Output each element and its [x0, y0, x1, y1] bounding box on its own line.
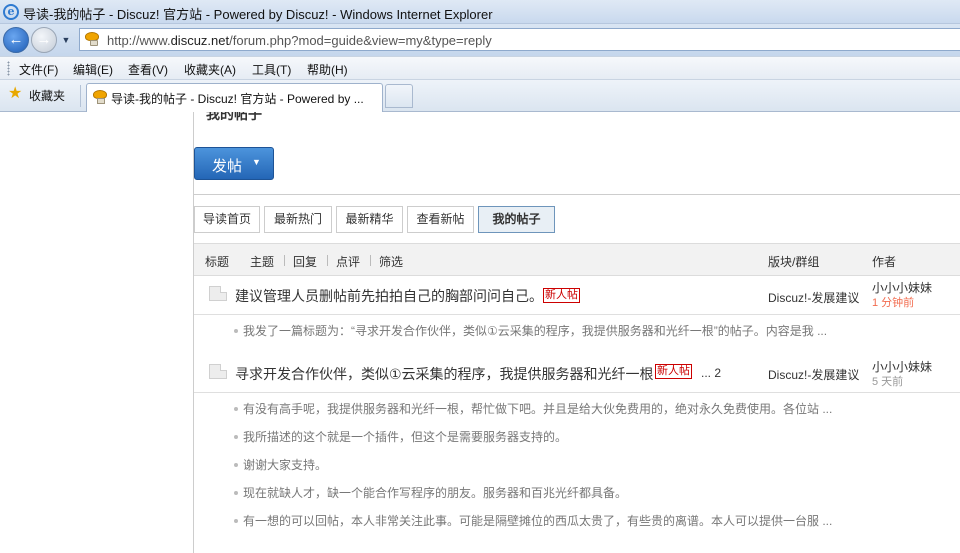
menu-favorites[interactable]: 收藏夹(A) — [184, 61, 236, 78]
chevron-down-icon: ▼ — [252, 157, 261, 167]
tab-latest-digest[interactable]: 最新精华 — [336, 206, 403, 233]
header-author: 作者 — [872, 255, 897, 269]
forum-link[interactable]: Discuz!-发展建议 — [768, 366, 859, 383]
folder-icon — [209, 286, 227, 301]
menu-edit[interactable]: 编辑(E) — [73, 61, 113, 78]
address-bar-row: ← → ▼ http://www.discuz.net/forum.php?mo… — [0, 24, 960, 56]
new-user-badge: 新人帖 — [543, 288, 580, 303]
tab-my-threads[interactable]: 我的帖子 — [478, 206, 555, 233]
filter-topic[interactable]: 主题 — [250, 253, 274, 270]
new-user-badge: 新人帖 — [655, 364, 692, 379]
post-time: 1 分钟前 — [872, 297, 915, 309]
site-favicon-icon — [85, 32, 101, 47]
menu-help[interactable]: 帮助(H) — [307, 61, 348, 78]
favorites-button[interactable]: 收藏夹 — [29, 87, 65, 104]
menu-view[interactable]: 查看(V) — [128, 61, 168, 78]
page-viewport: 我的帖子 发帖 ▼ 导读首页 最新热门 最新精华 查看新帖 我的帖子 标题 主题… — [0, 112, 960, 553]
back-button[interactable]: ← — [3, 27, 29, 53]
thread-table-header: 标题 主题 回复 点评 筛选 版块/群组 作者 — [194, 243, 960, 276]
filter-reply[interactable]: 回复 — [293, 253, 317, 270]
toolbar-grip-icon — [7, 61, 10, 76]
reply-item[interactable]: 我发了一篇标题为：“寻求开发合作伙伴，类似①云采集的程序，我提供服务器和光纤一根… — [234, 322, 827, 339]
reply-item[interactable]: 有没有高手呢，我提供服务器和光纤一根，帮忙做下吧。并且是给大伙免费用的，绝对永久… — [234, 400, 832, 417]
menu-tools[interactable]: 工具(T) — [252, 61, 291, 78]
favorites-star-icon[interactable]: ★ — [8, 85, 22, 103]
reply-item[interactable]: 现在就缺人才，缺一个能合作写程序的朋友。服务器和百兆光纤都具备。 — [234, 484, 627, 501]
ie-logo-icon: e — [3, 4, 19, 20]
thread-row: 建议管理人员删帖前先拍拍自己的胸部问问自己。 新人帖 Discuz!-发展建议 … — [194, 277, 960, 315]
new-post-button[interactable]: 发帖 ▼ — [194, 147, 274, 180]
thread-row: 寻求开发合作伙伴，类似①云采集的程序，我提供服务器和光纤一根 新人帖 ... 2… — [194, 353, 960, 391]
menu-bar: 文件(F) 编辑(E) 查看(V) 收藏夹(A) 工具(T) 帮助(H) — [0, 56, 960, 80]
reply-item[interactable]: 有一想的可以回帖，本人非常关注此事。可能是隔壁摊位的西瓜太贵了，有些贵的离谱。本… — [234, 512, 832, 529]
new-post-label: 发帖 — [212, 158, 243, 175]
address-url: http://www.discuz.net/forum.php?mod=guid… — [107, 33, 492, 48]
new-tab-button[interactable] — [385, 84, 413, 108]
filter-button[interactable]: 筛选 — [379, 253, 403, 270]
header-title: 标题 — [205, 255, 230, 269]
browser-tab-title: 导读-我的帖子 - Discuz! 官方站 - Powered by ... — [111, 92, 364, 106]
menu-file[interactable]: 文件(F) — [19, 61, 58, 78]
window-title: 导读-我的帖子 - Discuz! 官方站 - Powered by Discu… — [23, 7, 493, 22]
tab-guide-home[interactable]: 导读首页 — [194, 206, 260, 233]
reply-item[interactable]: 谢谢大家支持。 — [234, 456, 327, 473]
favorites-bar: ★ 收藏夹 导读-我的帖子 - Discuz! 官方站 - Powered by… — [0, 80, 960, 112]
tab-new-threads[interactable]: 查看新帖 — [407, 206, 474, 233]
address-input[interactable]: http://www.discuz.net/forum.php?mod=guid… — [79, 28, 960, 51]
page-title: 我的帖子 — [206, 112, 262, 122]
forward-button[interactable]: → — [31, 27, 57, 53]
post-time: 5 天前 — [872, 376, 904, 388]
left-blank-column — [0, 112, 194, 553]
toolbar-separator — [80, 85, 81, 107]
thread-pager-link[interactable]: ... 2 — [701, 366, 721, 380]
tab-latest-hot[interactable]: 最新热门 — [264, 206, 332, 233]
section-divider — [194, 194, 960, 195]
header-forum: 版块/群组 — [768, 255, 820, 269]
reply-item[interactable]: 我所描述的这个就是一个插件，但这个是需要服务器支持的。 — [234, 428, 567, 445]
folder-icon — [209, 364, 227, 379]
thread-title-link[interactable]: 寻求开发合作伙伴，类似①云采集的程序，我提供服务器和光纤一根 — [235, 364, 654, 384]
browser-tab-active[interactable]: 导读-我的帖子 - Discuz! 官方站 - Powered by ... — [86, 83, 383, 112]
thread-title-link[interactable]: 建议管理人员删帖前先拍拍自己的胸部问问自己。 — [235, 286, 543, 306]
recent-pages-dropdown-icon[interactable]: ▼ — [59, 34, 73, 46]
window-titlebar: e 导读-我的帖子 - Discuz! 官方站 - Powered by Dis… — [0, 0, 960, 24]
filter-comment[interactable]: 点评 — [336, 253, 360, 270]
forum-link[interactable]: Discuz!-发展建议 — [768, 289, 859, 306]
